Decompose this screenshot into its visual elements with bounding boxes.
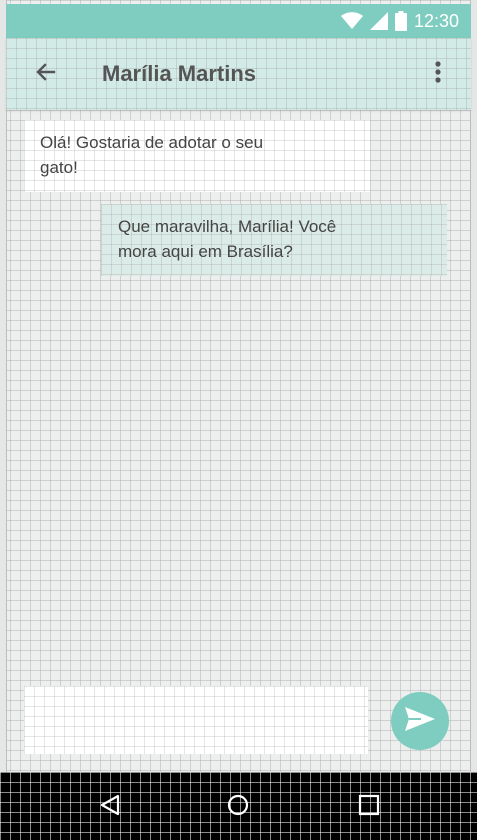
app-bar: Marília Martins bbox=[6, 38, 471, 110]
nav-recents-icon bbox=[358, 794, 380, 821]
more-vertical-icon bbox=[434, 60, 442, 89]
arrow-left-icon bbox=[34, 60, 58, 89]
status-bar: 12:30 bbox=[6, 4, 471, 38]
overflow-menu-button[interactable] bbox=[423, 54, 453, 94]
message-bubble-outgoing: Que maravilha, Marília! Você mora aqui e… bbox=[101, 204, 447, 276]
battery-icon bbox=[394, 11, 407, 31]
message-input[interactable] bbox=[24, 686, 368, 754]
nav-back-button[interactable] bbox=[95, 792, 125, 822]
nav-back-icon bbox=[100, 794, 120, 821]
wifi-icon bbox=[340, 12, 363, 30]
message-bubble-incoming: Olá! Gostaria de adotar o seu gato! bbox=[24, 120, 370, 192]
frame-edge-right bbox=[470, 0, 477, 772]
system-nav-bar bbox=[0, 772, 477, 840]
send-button[interactable] bbox=[391, 692, 449, 750]
nav-recents-button[interactable] bbox=[354, 792, 384, 822]
phone-screen: 12:30 Marília Martins Olá! Gostaria de a… bbox=[0, 0, 477, 840]
nav-home-icon bbox=[226, 793, 250, 822]
cell-signal-icon bbox=[369, 12, 388, 30]
message-text: Que maravilha, Marília! Você mora aqui e… bbox=[118, 217, 337, 261]
message-text: Olá! Gostaria de adotar o seu gato! bbox=[40, 133, 264, 177]
back-button[interactable] bbox=[26, 54, 66, 94]
status-time: 12:30 bbox=[413, 10, 459, 31]
message-list: Olá! Gostaria de adotar o seu gato! Que … bbox=[6, 110, 471, 750]
nav-home-button[interactable] bbox=[223, 792, 253, 822]
chat-title: Marília Martins bbox=[102, 61, 257, 86]
send-icon bbox=[405, 706, 435, 736]
